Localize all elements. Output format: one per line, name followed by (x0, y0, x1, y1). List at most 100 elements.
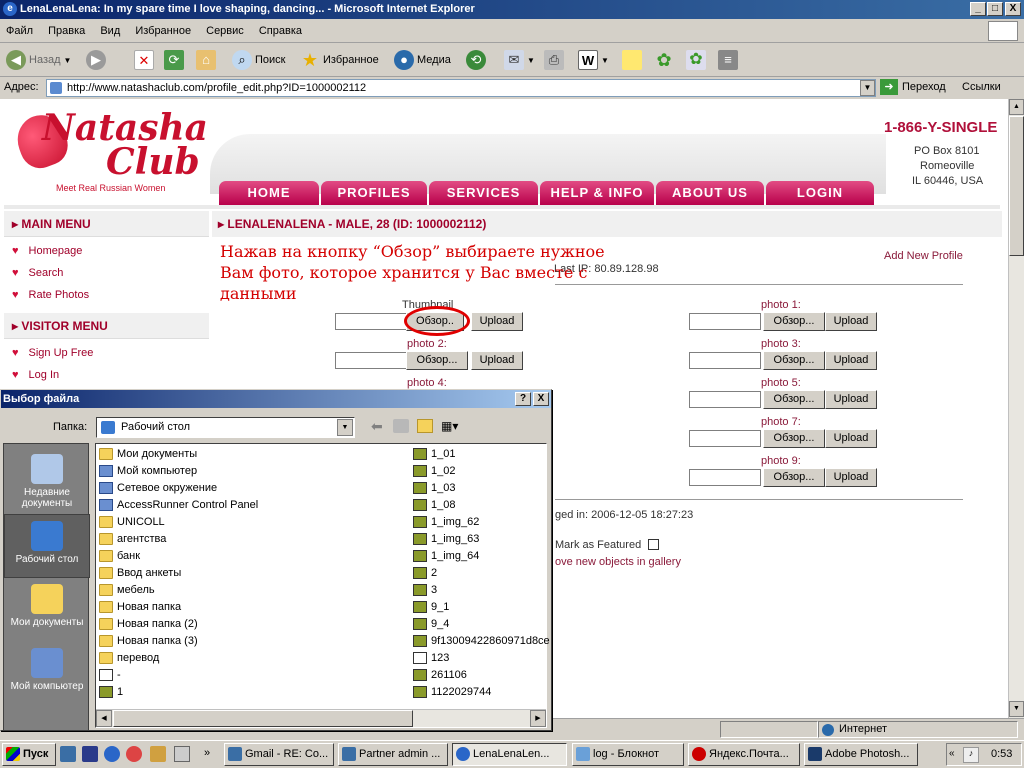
edit-button[interactable]: W ▼ (578, 48, 609, 72)
menu-item-sign-up[interactable]: ♥ Sign Up Free (12, 347, 93, 359)
featured-checkbox[interactable] (648, 539, 659, 550)
file-item[interactable]: 1_01 (413, 446, 455, 462)
taskbar-button-active[interactable]: LenaLenaLen... (452, 743, 567, 766)
file-item[interactable]: банк (99, 548, 140, 564)
view-menu-icon[interactable]: ▦▾ (441, 419, 458, 433)
file-item[interactable]: 1_img_64 (413, 548, 479, 564)
menu-favorites[interactable]: Избранное (129, 19, 197, 37)
photo-path-input[interactable] (689, 430, 761, 447)
menu-item-log-in[interactable]: ♥ Log In (12, 369, 59, 381)
taskbar-button[interactable]: Partner admin ... (338, 743, 448, 766)
move-objects-link[interactable]: ove new objects in gallery (555, 556, 681, 568)
photo-upload-button[interactable]: Upload (825, 468, 877, 487)
file-item[interactable]: Новая папка (3) (99, 633, 198, 649)
thumbnail-path-input[interactable] (335, 313, 407, 330)
forward-button[interactable]: ▶ (86, 48, 106, 72)
mail-button[interactable]: ✉ ▼ (504, 48, 535, 72)
dialog-title-bar[interactable]: Выбор файла ? X (1, 390, 551, 408)
site-logo[interactable]: Natasha Club Meet Real Russian Women (10, 107, 208, 197)
icq2-button[interactable]: ✿ (686, 48, 706, 72)
menu-item-search[interactable]: ♥ Search (12, 267, 63, 279)
file-item[interactable]: 1_img_63 (413, 531, 479, 547)
quicklaunch-extra-icon[interactable] (174, 746, 190, 762)
nav-home[interactable]: HOME (219, 181, 319, 205)
photo-browse-button[interactable]: Обзор... (763, 312, 825, 331)
taskbar-button[interactable]: Adobe Photosh... (804, 743, 918, 766)
photo-browse-button[interactable]: Обзор... (763, 429, 825, 448)
links-button[interactable]: Ссылки (962, 81, 1001, 93)
refresh-button[interactable]: ⟳ (164, 48, 184, 72)
folder-select[interactable]: Рабочий стол ▼ (96, 417, 355, 438)
file-item[interactable]: Новая папка (2) (99, 616, 198, 632)
folder-dropdown-arrow-icon[interactable]: ▼ (337, 419, 353, 436)
menu-edit[interactable]: Правка (42, 19, 91, 37)
scroll-left-arrow-icon[interactable]: ◀ (96, 710, 112, 727)
icq-button[interactable]: ✿ (654, 48, 674, 72)
file-item[interactable]: перевод (99, 650, 159, 666)
file-item[interactable]: 1 (99, 684, 123, 700)
place-recent[interactable]: Недавние документы (4, 448, 90, 512)
place-my-documents[interactable]: Мои документы (4, 578, 90, 642)
file-item[interactable]: 123 (413, 650, 449, 666)
address-dropdown-button[interactable]: ▼ (860, 80, 875, 96)
quicklaunch-more-icon[interactable]: » (204, 747, 210, 759)
photo-browse-button[interactable]: Обзор... (406, 351, 468, 370)
file-item[interactable]: 3 (413, 582, 437, 598)
file-item[interactable]: UNICOLL (99, 514, 165, 530)
photo-upload-button[interactable]: Upload (825, 390, 877, 409)
photo-upload-button[interactable]: Upload (825, 351, 877, 370)
address-input[interactable]: http://www.natashaclub.com/profile_edit.… (46, 79, 876, 97)
file-item[interactable]: 1_02 (413, 463, 455, 479)
close-button[interactable]: X (1005, 2, 1021, 16)
home-button[interactable]: ⌂ (196, 48, 216, 72)
photo-browse-button[interactable]: Обзор... (763, 390, 825, 409)
scroll-thumb[interactable] (1009, 116, 1024, 256)
menu-help[interactable]: Справка (253, 19, 308, 37)
window-title-bar[interactable]: e LenaLenaLena: In my spare time I love … (0, 0, 1024, 19)
file-item[interactable]: Мой компьютер (99, 463, 197, 479)
file-item[interactable]: Сетевое окружение (99, 480, 217, 496)
page-scrollbar[interactable]: ▲ ▼ (1008, 99, 1024, 718)
photo-upload-button[interactable]: Upload (471, 351, 523, 370)
menu-file[interactable]: Файл (0, 19, 39, 37)
taskbar-button[interactable]: Яндекс.Почта... (688, 743, 800, 766)
menu-tools[interactable]: Сервис (200, 19, 250, 37)
nav-help-info[interactable]: HELP & INFO (540, 181, 654, 205)
maximize-button[interactable]: □ (987, 2, 1003, 16)
clock[interactable]: 0:53 (991, 748, 1012, 760)
file-item[interactable]: Ввод анкеты (99, 565, 181, 581)
taskbar-button[interactable]: Gmail - RE: Co... (224, 743, 334, 766)
thumbnail-upload-button[interactable]: Upload (471, 312, 523, 331)
menu-item-rate-photos[interactable]: ♥ Rate Photos (12, 289, 89, 301)
extra-button[interactable]: ≡ (718, 48, 738, 72)
new-folder-icon[interactable] (417, 419, 433, 433)
file-item[interactable]: AccessRunner Control Panel (99, 497, 258, 513)
file-item[interactable]: 261106 (413, 667, 467, 683)
scroll-up-arrow-icon[interactable]: ▲ (1009, 99, 1024, 115)
scroll-right-arrow-icon[interactable]: ▶ (530, 710, 546, 727)
photo-browse-button[interactable]: Обзор... (763, 351, 825, 370)
dialog-close-button[interactable]: X (533, 392, 549, 406)
photo-browse-button[interactable]: Обзор... (763, 468, 825, 487)
search-button[interactable]: ⌕ Поиск (232, 48, 285, 72)
go-button[interactable]: ➜ Переход (880, 79, 946, 95)
photo-path-input[interactable] (689, 313, 761, 330)
start-button[interactable]: Пуск (2, 743, 56, 766)
photo-upload-button[interactable]: Upload (825, 312, 877, 331)
file-item[interactable]: Новая папка (99, 599, 181, 615)
quicklaunch-opera-icon[interactable] (126, 746, 142, 762)
quicklaunch-save-icon[interactable] (82, 746, 98, 762)
nav-profiles[interactable]: PROFILES (321, 181, 427, 205)
file-item[interactable]: - (99, 667, 121, 683)
nav-about-us[interactable]: ABOUT US (656, 181, 764, 205)
file-item[interactable]: 9f13009422860971d8ce (413, 633, 550, 649)
menu-view[interactable]: Вид (94, 19, 126, 37)
scroll-thumb[interactable] (113, 710, 413, 727)
up-folder-icon[interactable] (393, 419, 409, 433)
place-my-computer[interactable]: Мой компьютер (4, 642, 90, 706)
menu-item-homepage[interactable]: ♥ Homepage (12, 245, 82, 257)
quicklaunch-ie-icon[interactable] (104, 746, 120, 762)
file-list[interactable]: Мои документы Мой компьютер Сетевое окруже… (95, 443, 550, 728)
file-item[interactable]: 9_4 (413, 616, 449, 632)
favorites-button[interactable]: ★ Избранное (300, 48, 379, 72)
